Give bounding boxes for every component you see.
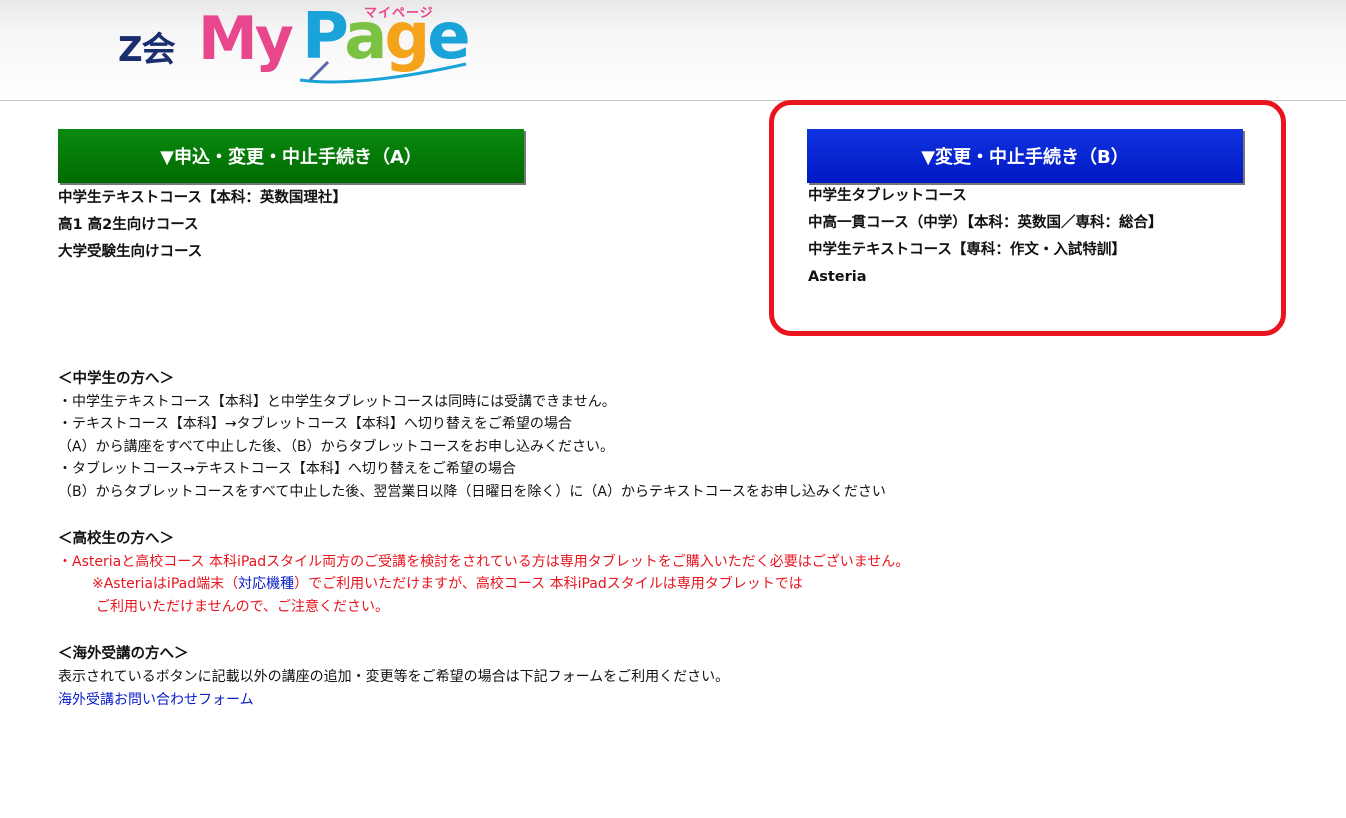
section-title: ＜高校生の方へ＞ (58, 531, 174, 548)
course-list-b: 中学生タブレットコース 中高一貫コース（中学）【本科：英数国／専科：総合】 中学… (808, 183, 1163, 291)
junior-high-notes: ＜中学生の方へ＞ ・中学生テキストコース【本科】と中学生タブレットコースは同時に… (58, 367, 1298, 503)
course-item: 中学生テキストコース【本科：英数国理社】 (58, 190, 347, 206)
note-line: ・タブレットコース→テキストコース【本科】へ切り替えをご希望の場合 (58, 461, 516, 478)
supported-devices-link[interactable]: 対応機種 (238, 576, 294, 592)
note-line: ご利用いただけませんので、ご注意ください。 (96, 598, 390, 615)
course-item: 高1 高2生向けコース (58, 217, 199, 233)
course-item: Asteria (808, 269, 867, 285)
high-school-notes: ＜高校生の方へ＞ ・Asteriaと高校コース 本科iPadスタイル両方のご受講… (58, 527, 1298, 618)
note-line: ・テキストコース【本科】→タブレットコース【本科】へ切り替えをご希望の場合 (58, 416, 572, 433)
section-title: ＜中学生の方へ＞ (58, 371, 174, 387)
overseas-inquiry-form-link[interactable]: 海外受講お問い合わせフォーム (58, 692, 254, 708)
course-item: 中高一貫コース（中学）【本科：英数国／専科：総合】 (808, 215, 1163, 231)
logo-kana-text: マイページ (364, 6, 434, 21)
course-item: 中学生タブレットコース (808, 188, 967, 204)
note-line: （A）から講座をすべて中止した後、（B）からタブレットコースをお申し込みください… (58, 438, 614, 455)
section-title: ＜海外受講の方へ＞ (58, 646, 189, 663)
change-cancel-button-b[interactable]: ▼変更・中止手続き（B） (807, 129, 1243, 183)
overseas-notes: ＜海外受講の方へ＞ 表示されているボタンに記載以外の講座の追加・変更等をご希望の… (58, 642, 1298, 711)
note-text: ）でご利用いただけますが、高校コース 本科iPadスタイルは専用タブレットでは (294, 576, 803, 593)
apply-change-cancel-button-a[interactable]: ▼申込・変更・中止手続き（A） (58, 129, 524, 183)
page-header: Z会 My Page マイページ (0, 0, 1346, 101)
note-line: 表示されているボタンに記載以外の講座の追加・変更等をご希望の場合は下記フォームを… (58, 669, 730, 686)
course-item: 大学受験生向けコース (58, 244, 203, 260)
note-line: ・中学生テキストコース【本科】と中学生タブレットコースは同時には受講できません。 (58, 394, 616, 410)
notes-area: ＜中学生の方へ＞ ・中学生テキストコース【本科】と中学生タブレットコースは同時に… (58, 367, 1298, 735)
zkai-mypage-logo[interactable]: Z会 My Page マイページ (118, 0, 478, 90)
note-line: ※AsteriaはiPad端末（対応機種）でご利用いただけますが、高校コース 本… (58, 573, 1298, 595)
note-line: （B）からタブレットコースをすべて中止した後、翌営業日以降（日曜日を除く）に（A… (58, 483, 886, 500)
course-item: 中学生テキストコース【専科：作文・入試特訓】 (808, 242, 1126, 258)
logo-brand-text: Z会 (118, 30, 176, 70)
logo-swoosh-icon (299, 60, 467, 84)
note-text: ※AsteriaはiPad端末（ (92, 576, 239, 593)
logo-my-text: My (198, 4, 294, 74)
note-line: ・Asteriaと高校コース 本科iPadスタイル両方のご受講を検討をされている… (58, 554, 910, 571)
course-list-a: 中学生テキストコース【本科：英数国理社】 高1 高2生向けコース 大学受験生向け… (58, 185, 347, 266)
